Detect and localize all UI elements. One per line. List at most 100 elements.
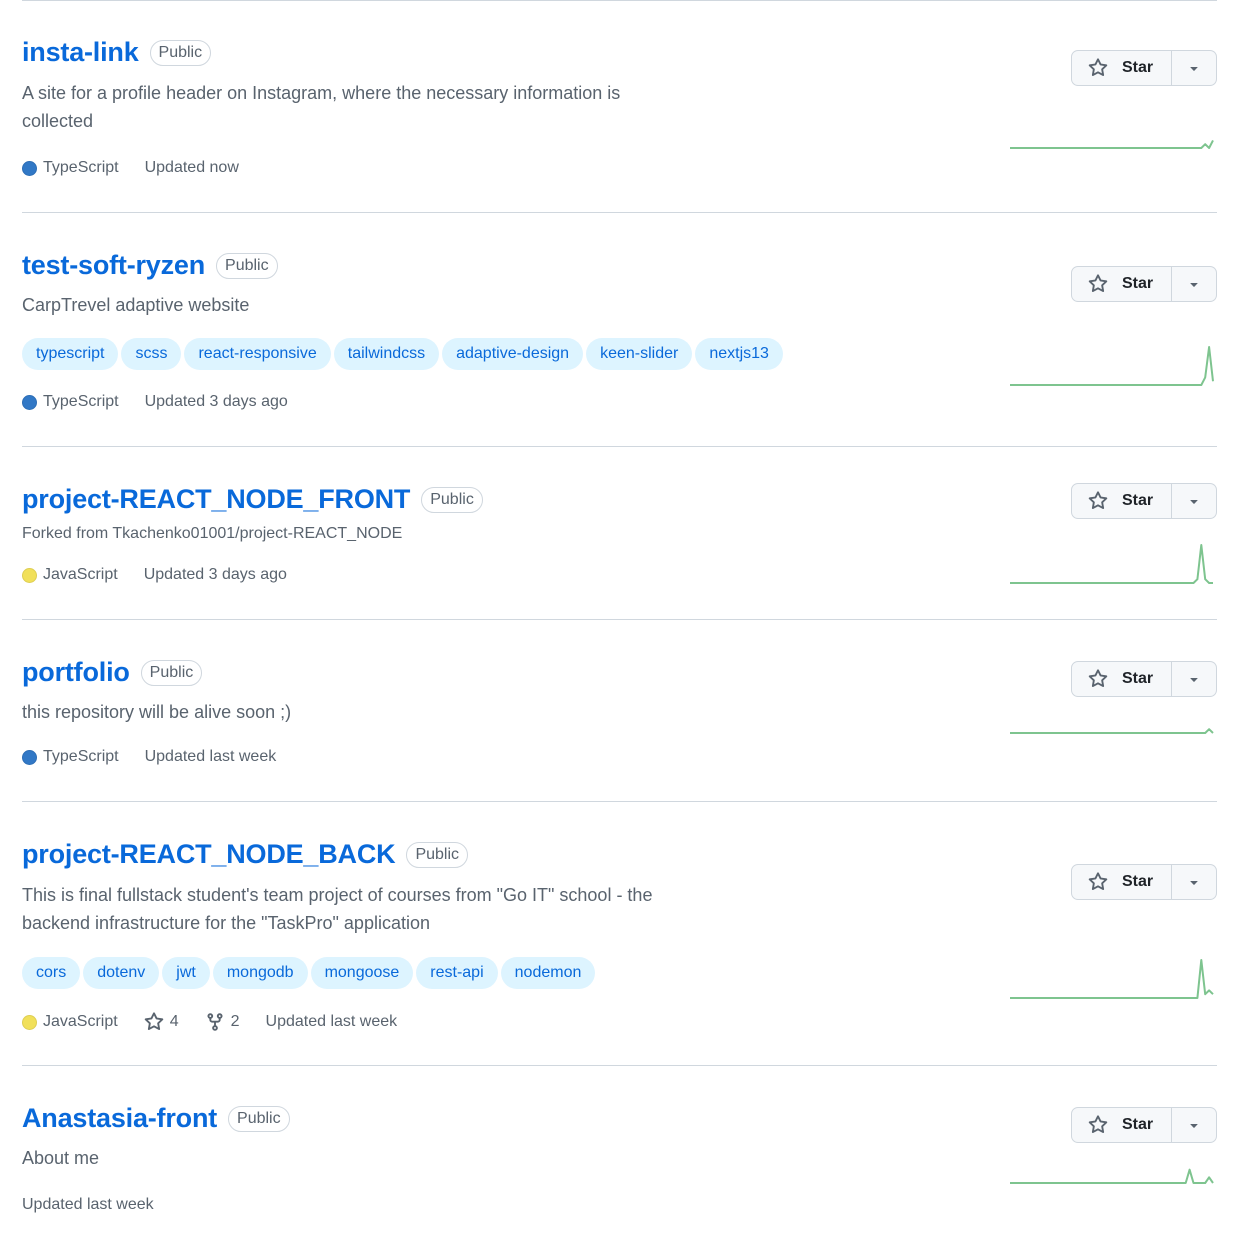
repo-meta: Updated last week [22, 1196, 154, 1214]
activity-sparkline [1010, 959, 1214, 999]
repo-item: portfolio Public this repository will be… [22, 619, 1217, 801]
language-label: TypeScript [43, 748, 119, 765]
language-color-dot [22, 567, 37, 583]
topic-tag[interactable]: adaptive-design [442, 338, 584, 370]
stargazers-count[interactable]: 4 [144, 1012, 179, 1032]
repo-language: TypeScript [22, 393, 119, 411]
triangle-down-icon [1190, 678, 1198, 682]
star-button[interactable]: Star [1071, 50, 1172, 86]
triangle-down-icon [1190, 283, 1198, 287]
forks-value: 2 [230, 1013, 240, 1030]
topic-list: typescript scss react-responsive tailwin… [22, 338, 783, 370]
language-color-dot [22, 1014, 37, 1030]
topic-tag[interactable]: tailwindcss [333, 338, 440, 370]
sparkline-path [1010, 959, 1214, 999]
visibility-badge: Public [140, 659, 203, 686]
topic-tag[interactable]: rest-api [416, 957, 498, 989]
activity-sparkline [1010, 346, 1214, 386]
repo-description: This is final fullstack student's team p… [22, 885, 653, 933]
stars-value: 4 [169, 1013, 179, 1030]
repo-meta: TypeScript Updated now [22, 159, 239, 177]
topic-tag[interactable]: react-responsive [184, 338, 331, 370]
updated-time: Updated last week [144, 748, 277, 765]
activity-sparkline [1010, 544, 1213, 584]
star-icon [1088, 491, 1108, 510]
star-list-dropdown[interactable] [1172, 266, 1217, 302]
language-label: JavaScript [43, 566, 118, 583]
visibility-badge: Public [228, 1105, 290, 1132]
topic-tag[interactable]: scss [121, 338, 182, 370]
repo-name-link[interactable]: project-REACT_NODE_BACK [22, 839, 396, 870]
repo-description: this repository will be alive soon ;) [22, 702, 292, 722]
star-icon [1088, 872, 1108, 891]
star-label: Star [1122, 59, 1154, 76]
repo-name-link[interactable]: portfolio [22, 657, 130, 688]
star-list-dropdown[interactable] [1172, 50, 1217, 86]
visibility-badge: Public [216, 252, 278, 279]
star-list-dropdown[interactable] [1172, 864, 1217, 900]
star-button-group: Star [1071, 483, 1217, 519]
language-label: TypeScript [43, 159, 119, 176]
sparkline-path [1010, 728, 1214, 734]
sparkline-path [1010, 139, 1214, 149]
star-button[interactable]: Star [1071, 483, 1172, 519]
star-label: Star [1122, 873, 1154, 890]
topic-tag[interactable]: keen-slider [586, 338, 693, 370]
repo-language: JavaScript [22, 1013, 118, 1031]
repo-item: insta-link Public A site for a profile h… [22, 0, 1217, 212]
star-button-group: Star [1071, 266, 1217, 302]
updated-time: Updated last week [22, 1196, 154, 1213]
repo-item: test-soft-ryzen Public CarpTrevel adapti… [22, 212, 1217, 446]
repo-language: TypeScript [22, 159, 119, 177]
star-button[interactable]: Star [1071, 864, 1172, 900]
repo-name-link[interactable]: insta-link [22, 37, 139, 68]
language-color-dot [22, 749, 37, 765]
topic-tag[interactable]: typescript [22, 338, 119, 370]
star-button[interactable]: Star [1071, 266, 1172, 302]
repo-meta: TypeScript Updated 3 days ago [22, 393, 288, 411]
triangle-down-icon [1190, 1124, 1198, 1128]
topic-list: cors dotenv jwt mongodb mongoose rest-ap… [22, 957, 596, 989]
star-label: Star [1122, 1116, 1154, 1133]
topic-tag[interactable]: cors [22, 957, 81, 989]
repo-forked-icon [207, 1013, 223, 1031]
star-button-group: Star [1071, 50, 1217, 86]
topic-tag[interactable]: mongoose [310, 957, 414, 989]
repo-name-link[interactable]: project-REACT_NODE_FRONT [22, 484, 410, 515]
repo-meta: JavaScript 4 2 Updated last week [22, 1012, 397, 1032]
visibility-badge: Public [406, 841, 469, 868]
sparkline-path [1010, 346, 1214, 386]
star-label: Star [1122, 492, 1154, 509]
activity-sparkline [1010, 728, 1214, 734]
repo-name-link[interactable]: test-soft-ryzen [22, 250, 205, 281]
repo-description: About me [22, 1148, 100, 1168]
forked-from-note[interactable]: Forked from Tkachenko01001/project-REACT… [22, 525, 402, 543]
topic-tag[interactable]: nodemon [500, 957, 596, 989]
topic-tag[interactable]: nextjs13 [695, 338, 783, 370]
repo-description: A site for a profile header on Instagram… [22, 83, 621, 131]
star-icon [1088, 58, 1108, 77]
visibility-badge: Public [149, 39, 212, 66]
forks-count[interactable]: 2 [205, 1012, 240, 1032]
activity-sparkline [1010, 1168, 1214, 1184]
activity-sparkline [1010, 139, 1214, 149]
topic-tag[interactable]: dotenv [83, 957, 160, 989]
repo-item: Anastasia-front Public About me Updated … [22, 1065, 1217, 1246]
repo-description: CarpTrevel adaptive website [22, 295, 250, 315]
updated-time: Updated now [144, 159, 239, 176]
topic-tag[interactable]: jwt [162, 957, 210, 989]
language-label: TypeScript [43, 393, 119, 410]
visibility-badge: Public [421, 486, 483, 513]
topic-tag[interactable]: mongodb [212, 957, 308, 989]
updated-time: Updated last week [265, 1013, 398, 1030]
star-list-dropdown[interactable] [1172, 483, 1217, 519]
star-icon [1088, 274, 1108, 293]
sparkline-path [1010, 1168, 1214, 1184]
repo-item: project-REACT_NODE_BACK Public This is f… [22, 801, 1217, 1065]
sparkline-path [1010, 544, 1213, 584]
repo-meta: JavaScript Updated 3 days ago [22, 566, 287, 584]
repo-language: JavaScript [22, 566, 118, 584]
repo-name-link[interactable]: Anastasia-front [22, 1103, 217, 1134]
star-icon [1088, 1115, 1108, 1134]
triangle-down-icon [1190, 500, 1198, 504]
